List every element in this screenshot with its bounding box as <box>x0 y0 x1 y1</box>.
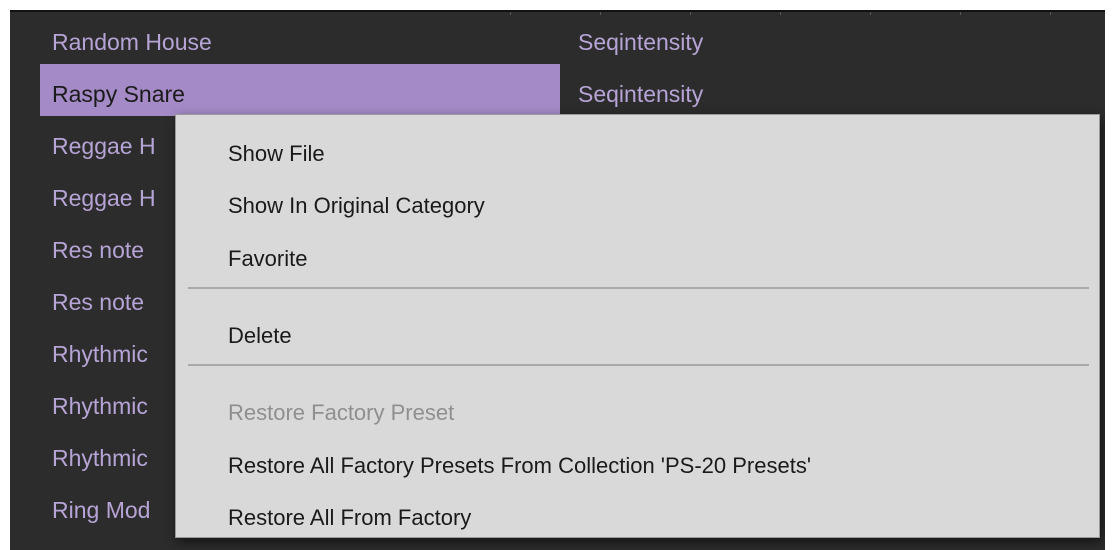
menu-item-restore-all-from-factory[interactable]: Restore All From Factory <box>228 503 471 533</box>
menu-item-show-file[interactable]: Show File <box>228 139 325 169</box>
menu-item-restore-factory-preset: Restore Factory Preset <box>228 400 455 425</box>
preset-browser: Random House Raspy Snare Reggae H Reggae… <box>10 10 1105 550</box>
menu-item-favorite[interactable]: Favorite <box>228 244 307 274</box>
menu-item-restore-all-from-collection[interactable]: Restore All Factory Presets From Collect… <box>228 451 811 481</box>
preset-row-selected[interactable]: Raspy Snare <box>40 64 560 116</box>
context-menu: Show File Show In Original Category Favo… <box>175 114 1100 538</box>
preset-row[interactable]: Random House <box>40 12 560 64</box>
category-row[interactable]: Seqintensity <box>566 12 1105 64</box>
category-list: Seqintensity Seqintensity <box>566 12 1105 116</box>
menu-item-delete[interactable]: Delete <box>228 321 292 351</box>
menu-separator <box>188 364 1089 366</box>
menu-item-show-in-original-category[interactable]: Show In Original Category <box>228 191 485 221</box>
menu-separator <box>188 287 1089 289</box>
category-row[interactable]: Seqintensity <box>566 64 1105 116</box>
